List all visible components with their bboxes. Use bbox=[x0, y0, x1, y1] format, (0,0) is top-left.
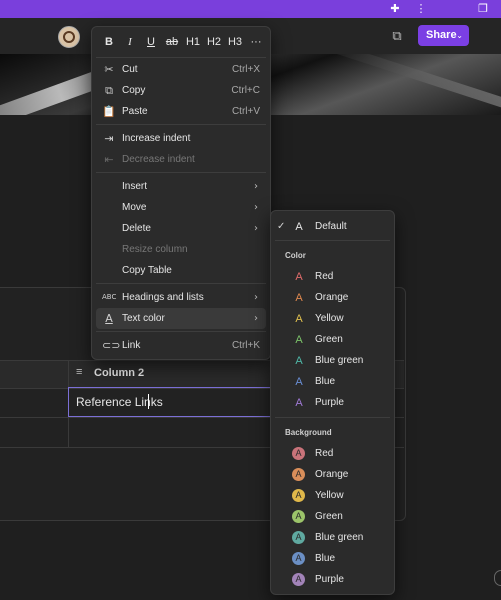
text-color-item[interactable]: A Orange bbox=[275, 288, 390, 308]
letter-a-icon: A bbox=[295, 292, 303, 304]
indent-decrease-icon: ⇤ bbox=[104, 153, 114, 166]
text-column-icon: ≡ bbox=[76, 366, 83, 378]
underline-button[interactable]: U bbox=[142, 34, 160, 50]
chevron-right-icon: › bbox=[254, 313, 258, 324]
default-color-item[interactable]: ✓ A Default bbox=[275, 217, 390, 237]
scissors-icon: ✂ bbox=[104, 63, 114, 76]
chevron-right-icon: › bbox=[254, 181, 258, 192]
link-icon: ⊂⊃ bbox=[102, 339, 121, 352]
copy-table-menu-item[interactable]: Copy Table bbox=[96, 260, 266, 281]
clipboard-icon: 📋 bbox=[102, 105, 116, 118]
text-color-item[interactable]: A Blue green bbox=[275, 351, 390, 371]
background-section-header: Background bbox=[285, 428, 332, 437]
move-menu-item[interactable]: Move › bbox=[96, 197, 266, 218]
text-caret bbox=[148, 394, 149, 409]
copy-link-icon[interactable]: ⧉ bbox=[388, 28, 406, 44]
more-vertical-icon[interactable]: ⋮ bbox=[414, 2, 428, 16]
chevron-down-icon: ⌄ bbox=[456, 31, 463, 40]
text-color-submenu: ✓ A Default Color A Red A Orange A Yellow A Gre… bbox=[270, 210, 395, 595]
avatar[interactable] bbox=[58, 26, 80, 48]
check-icon: ✓ bbox=[277, 221, 286, 232]
chevron-right-icon: › bbox=[254, 202, 258, 213]
share-label: Share bbox=[426, 29, 457, 41]
background-color-item[interactable]: A Green bbox=[275, 507, 390, 527]
letter-a-circle-icon: A bbox=[292, 573, 305, 586]
letter-a-circle-icon: A bbox=[292, 447, 305, 460]
decrease-indent-menu-item: ⇤ Decrease indent bbox=[96, 149, 266, 170]
letter-a-icon: A bbox=[295, 397, 303, 409]
copy-icon: ⧉ bbox=[105, 84, 113, 97]
letter-a-circle-icon: A bbox=[292, 552, 305, 565]
heading2-button[interactable]: H2 bbox=[205, 34, 223, 50]
letter-a-icon: A bbox=[295, 334, 303, 346]
text-color-item[interactable]: A Red bbox=[275, 267, 390, 287]
chevron-right-icon: › bbox=[254, 223, 258, 234]
indent-increase-icon: ⇥ bbox=[104, 132, 114, 145]
background-color-item[interactable]: A Purple bbox=[275, 570, 390, 590]
letter-a-circle-icon: A bbox=[292, 510, 305, 523]
link-menu-item[interactable]: ⊂⊃ Link Ctrl+K bbox=[96, 335, 266, 356]
restore-icon[interactable]: ❐ bbox=[476, 2, 490, 16]
letter-a-icon: A bbox=[295, 271, 303, 283]
letter-a-icon: A bbox=[295, 355, 303, 367]
background-color-item[interactable]: A Red bbox=[275, 444, 390, 464]
context-menu: B I U ab H1 H2 H3 ··· ✂ Cut Ctrl+X ⧉ Cop… bbox=[91, 26, 271, 360]
text-color-item[interactable]: A Blue bbox=[275, 372, 390, 392]
text-color-item[interactable]: A Purple bbox=[275, 393, 390, 413]
letter-a-circle-icon: A bbox=[292, 531, 305, 544]
delete-menu-item[interactable]: Delete › bbox=[96, 218, 266, 239]
bold-button[interactable]: B bbox=[100, 34, 118, 50]
headings-icon: ABC bbox=[102, 293, 117, 301]
chevron-right-icon: › bbox=[254, 292, 258, 303]
column-2-header[interactable]: Column 2 bbox=[94, 367, 144, 379]
background-color-item[interactable]: A Orange bbox=[275, 465, 390, 485]
letter-a-circle-icon: A bbox=[292, 468, 305, 481]
more-formatting-button[interactable]: ··· bbox=[247, 34, 265, 50]
color-section-header: Color bbox=[285, 251, 306, 260]
heading3-button[interactable]: H3 bbox=[226, 34, 244, 50]
heading1-button[interactable]: H1 bbox=[184, 34, 202, 50]
increase-indent-menu-item[interactable]: ⇥ Increase indent bbox=[96, 128, 266, 149]
format-toolbar: B I U ab H1 H2 H3 ··· bbox=[92, 27, 270, 57]
paste-menu-item[interactable]: 📋 Paste Ctrl+V bbox=[96, 101, 266, 122]
text-color-item[interactable]: A Green bbox=[275, 330, 390, 350]
copy-menu-item[interactable]: ⧉ Copy Ctrl+C bbox=[96, 80, 266, 101]
text-color-menu-item[interactable]: A Text color › bbox=[96, 308, 266, 329]
text-color-icon: A bbox=[105, 312, 113, 325]
scrollbar[interactable] bbox=[494, 570, 501, 586]
background-color-item[interactable]: A Blue bbox=[275, 549, 390, 569]
share-button[interactable]: Share ⌄ bbox=[418, 25, 469, 46]
cut-menu-item[interactable]: ✂ Cut Ctrl+X bbox=[96, 59, 266, 80]
text-color-item[interactable]: A Yellow bbox=[275, 309, 390, 329]
insert-menu-item[interactable]: Insert › bbox=[96, 176, 266, 197]
background-color-item[interactable]: A Yellow bbox=[275, 486, 390, 506]
letter-a-circle-icon: A bbox=[292, 489, 305, 502]
letter-a-icon: A bbox=[295, 221, 303, 233]
background-color-item[interactable]: A Blue green bbox=[275, 528, 390, 548]
puzzle-icon[interactable]: ✚ bbox=[388, 2, 402, 16]
title-bar: ✚ ⋮ ❐ bbox=[0, 0, 501, 18]
italic-button[interactable]: I bbox=[121, 34, 139, 50]
strikethrough-button[interactable]: ab bbox=[163, 34, 181, 50]
letter-a-icon: A bbox=[295, 313, 303, 325]
headings-lists-menu-item[interactable]: ABC Headings and lists › bbox=[96, 287, 266, 308]
letter-a-icon: A bbox=[295, 376, 303, 388]
resize-column-menu-item: Resize column bbox=[122, 244, 188, 255]
table-cell-text[interactable]: Reference Links bbox=[76, 395, 163, 409]
